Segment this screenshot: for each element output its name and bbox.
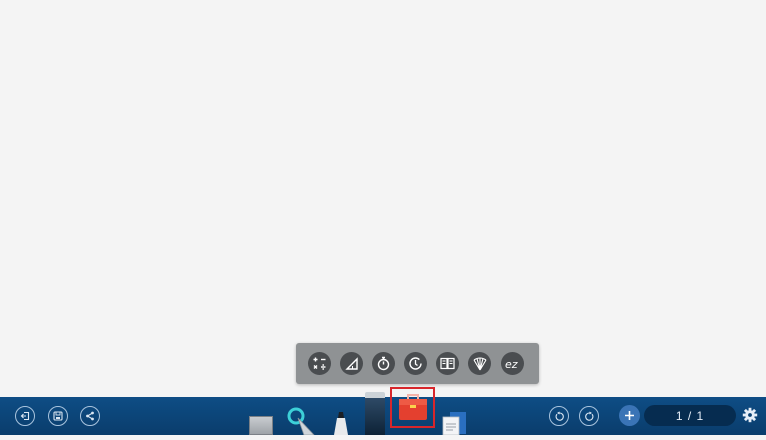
gear-icon[interactable] <box>741 406 759 424</box>
calculator-icon[interactable] <box>308 352 331 375</box>
tools-popup: ez <box>296 343 539 384</box>
redo-icon[interactable] <box>579 406 599 426</box>
paper-icon[interactable] <box>249 416 273 435</box>
ez-icon[interactable]: ez <box>501 352 524 375</box>
share-icon[interactable] <box>80 406 100 426</box>
ez-label: ez <box>505 358 518 370</box>
toolbox-icon[interactable] <box>398 393 428 421</box>
add-page-button[interactable] <box>619 405 640 426</box>
page-indicator[interactable]: 1 / 1 <box>644 405 736 426</box>
plus-icon <box>625 411 634 420</box>
triangle-ruler-icon[interactable] <box>340 352 363 375</box>
eraser-icon[interactable] <box>365 392 385 435</box>
split-screen-icon[interactable] <box>436 352 459 375</box>
timer-icon[interactable] <box>404 352 427 375</box>
document-icon[interactable] <box>442 412 468 436</box>
exit-icon[interactable] <box>15 406 35 426</box>
stopwatch-icon[interactable] <box>372 352 395 375</box>
save-icon[interactable] <box>48 406 68 426</box>
undo-icon[interactable] <box>549 406 569 426</box>
fan-icon[interactable] <box>468 352 491 375</box>
pen-icon[interactable] <box>331 409 351 440</box>
whiteboard-canvas[interactable] <box>0 0 766 397</box>
